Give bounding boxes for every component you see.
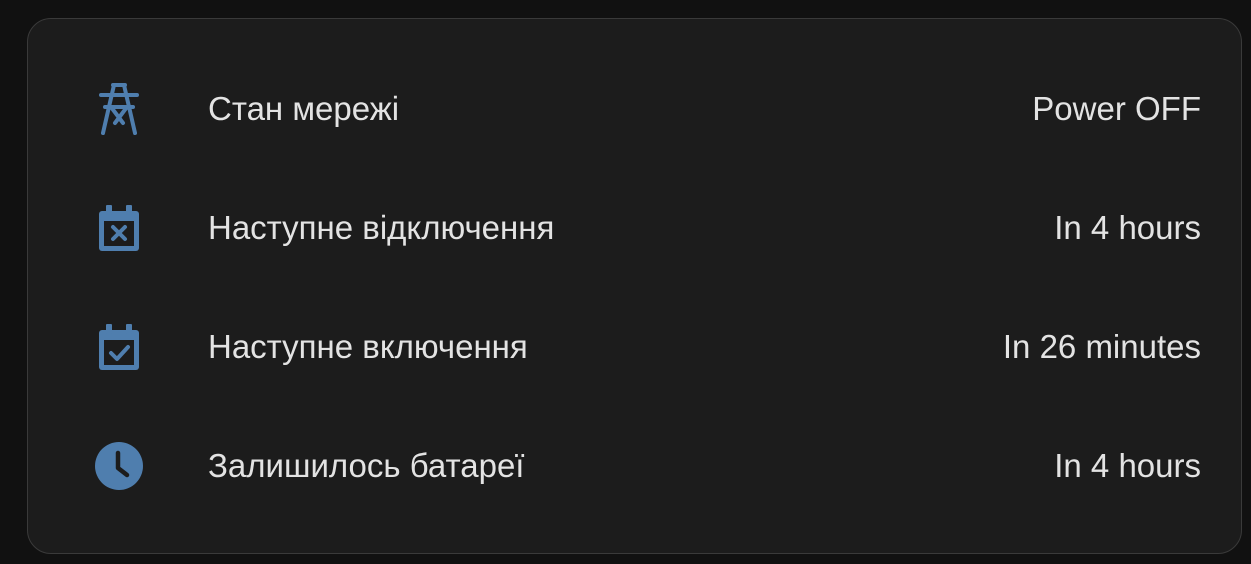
entities-card: Стан мережі Power OFF Наступне відключен… <box>27 18 1242 554</box>
entity-label: Залишилось батареї <box>208 447 525 484</box>
entity-row-next-restore[interactable]: Наступне включення In 26 minutes <box>28 307 1241 387</box>
entity-label: Наступне відключення <box>208 209 555 246</box>
clock-icon <box>91 442 147 490</box>
calendar-remove-icon <box>91 204 147 252</box>
entity-row-grid-state[interactable]: Стан мережі Power OFF <box>28 69 1241 149</box>
entity-row-battery-remaining[interactable]: Залишилось батареї In 4 hours <box>28 426 1241 506</box>
entity-label: Наступне включення <box>208 328 528 365</box>
entity-state: In 4 hours <box>1054 447 1201 484</box>
entity-label: Стан мережі <box>208 90 400 127</box>
transmission-tower-icon <box>91 83 147 135</box>
entity-state: Power OFF <box>1032 90 1201 127</box>
entity-state: In 4 hours <box>1054 209 1201 246</box>
entity-row-next-outage[interactable]: Наступне відключення In 4 hours <box>28 188 1241 268</box>
calendar-check-icon <box>91 323 147 371</box>
entity-state: In 26 minutes <box>1002 328 1201 365</box>
